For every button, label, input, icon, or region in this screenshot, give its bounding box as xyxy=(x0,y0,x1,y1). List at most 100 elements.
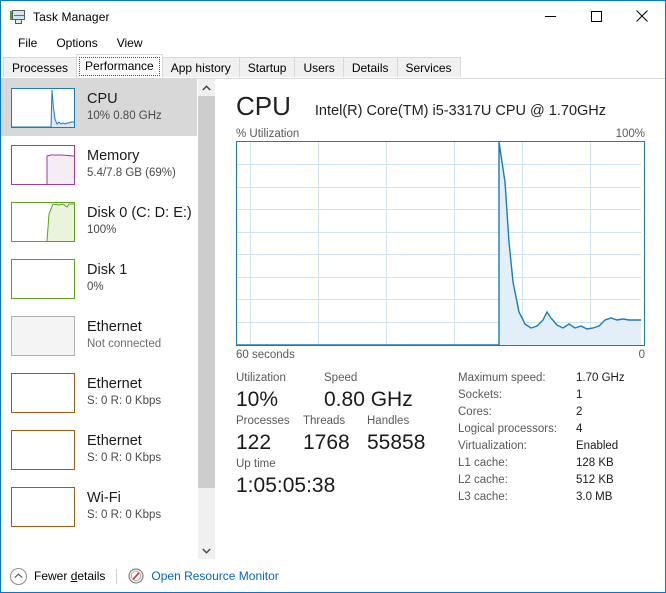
sidebar-item-ethernet-3[interactable]: Ethernet S: 0 R: 0 Kbps xyxy=(1,421,197,478)
sidebar-item-disk0-title: Disk 0 (C: D: E:) xyxy=(87,205,192,221)
graph-axis-labels: % Utilization 100% xyxy=(236,128,645,140)
close-button[interactable] xyxy=(619,1,665,31)
cpu-utilization-graph[interactable] xyxy=(236,141,645,346)
resource-list: CPU 10% 0.80 GHz Memory 5.4/7.8 GB (69%)… xyxy=(1,79,197,559)
sidebar-item-disk0[interactable]: Disk 0 (C: D: E:) 100% xyxy=(1,193,197,250)
task-manager-window: Task Manager File Options View Processes… xyxy=(0,0,666,593)
spec-logical-processors: Logical processors: 4 xyxy=(458,421,645,438)
time-axis-right: 0 xyxy=(638,349,645,361)
sidebar-scrollbar[interactable] xyxy=(197,79,215,559)
stat-handles: Handles 55858 xyxy=(367,413,425,456)
stat-speed-label: Speed xyxy=(324,372,358,384)
stats-row-1: Utilization 10% Speed 0.80 GHz xyxy=(236,370,446,413)
scrollbar-thumb[interactable] xyxy=(198,96,215,489)
sidebar-item-wifi-title: Wi-Fi xyxy=(87,490,121,506)
spec-virtualization-key: Virtualization: xyxy=(458,440,527,452)
scroll-down-icon[interactable] xyxy=(198,542,215,559)
minimize-button[interactable] xyxy=(527,1,573,31)
stat-processes-label: Processes xyxy=(236,415,290,427)
disk0-thumbnail xyxy=(11,201,75,242)
disk1-thumbnail xyxy=(11,258,75,299)
window-title: Task Manager xyxy=(33,9,110,24)
sidebar-item-ethernet-1-sub: Not connected xyxy=(87,338,162,350)
tab-services[interactable]: Services xyxy=(396,57,461,78)
sidebar-item-disk0-sub: 100% xyxy=(87,224,117,236)
resource-monitor-label: Open Resource Monitor xyxy=(151,569,279,583)
y-axis-label: % Utilization xyxy=(236,128,300,140)
stats-area: Utilization 10% Speed 0.80 GHz Processes… xyxy=(236,370,645,506)
cpu-specs: Maximum speed: 1.70 GHz Sockets: 1 Cores… xyxy=(446,370,645,506)
tab-performance-label: Performance xyxy=(85,59,154,73)
sidebar-item-disk1-title: Disk 1 xyxy=(87,262,128,278)
sidebar: CPU 10% 0.80 GHz Memory 5.4/7.8 GB (69%)… xyxy=(1,79,216,559)
y-axis-max: 100% xyxy=(615,128,645,140)
spec-sockets-value: 1 xyxy=(576,389,583,401)
stat-handles-value: 55858 xyxy=(367,431,426,454)
sidebar-item-wifi-sub: S: 0 R: 0 Kbps xyxy=(87,509,162,521)
menu-file[interactable]: File xyxy=(9,34,46,52)
spec-l1-cache: L1 cache: 128 KB xyxy=(458,455,645,472)
open-resource-monitor-link[interactable]: Open Resource Monitor xyxy=(128,568,279,584)
sidebar-item-ethernet-1[interactable]: Ethernet Not connected xyxy=(1,307,197,364)
window-controls xyxy=(527,1,665,31)
spec-logical-processors-value: 4 xyxy=(576,423,583,435)
stat-uptime: Up time 1:05:05:38 xyxy=(236,456,335,499)
ethernet-1-thumbnail xyxy=(11,315,75,356)
sidebar-item-cpu-title: CPU xyxy=(87,91,118,107)
task-manager-icon xyxy=(10,9,26,25)
scrollbar-track[interactable] xyxy=(198,96,215,542)
stat-handles-label: Handles xyxy=(367,415,410,427)
tab-processes[interactable]: Processes xyxy=(3,57,78,78)
chevron-up-icon xyxy=(10,567,27,585)
cpu-model: Intel(R) Core(TM) i5-3317U CPU @ 1.70GHz xyxy=(314,103,607,119)
sidebar-item-ethernet-2-title: Ethernet xyxy=(87,376,142,392)
sidebar-item-memory[interactable]: Memory 5.4/7.8 GB (69%) xyxy=(1,136,197,193)
ethernet-2-thumbnail xyxy=(11,372,75,413)
graph-svg xyxy=(237,142,641,345)
sidebar-item-cpu[interactable]: CPU 10% 0.80 GHz xyxy=(1,79,197,136)
spec-cores: Cores: 2 xyxy=(458,404,645,421)
fewer-details-button[interactable]: Fewer details xyxy=(10,567,106,585)
spec-maximum-speed-value: 1.70 GHz xyxy=(576,372,625,384)
sidebar-item-ethernet-1-title: Ethernet xyxy=(87,319,142,335)
spec-l2-cache: L2 cache: 512 KB xyxy=(458,472,645,489)
status-bar: Fewer details Open Resource Monitor xyxy=(1,559,665,592)
spec-virtualization: Virtualization: Enabled xyxy=(458,438,645,455)
scroll-up-icon[interactable] xyxy=(198,79,215,96)
fewer-details-label: Fewer details xyxy=(34,569,106,583)
time-axis-left: 60 seconds xyxy=(236,349,295,361)
spec-sockets: Sockets: 1 xyxy=(458,387,645,404)
spec-sockets-key: Sockets: xyxy=(458,389,503,401)
sidebar-item-memory-sub: 5.4/7.8 GB (69%) xyxy=(87,167,176,179)
tab-app-history[interactable]: App history xyxy=(161,57,240,78)
maximize-button[interactable] xyxy=(573,1,619,31)
stat-processes: Processes 122 xyxy=(236,413,303,456)
performance-detail-panel: CPU Intel(R) Core(TM) i5-3317U CPU @ 1.7… xyxy=(216,79,665,559)
sidebar-item-cpu-sub: 10% 0.80 GHz xyxy=(87,110,162,122)
sidebar-item-ethernet-2[interactable]: Ethernet S: 0 R: 0 Kbps xyxy=(1,364,197,421)
menu-options[interactable]: Options xyxy=(47,34,106,52)
sidebar-item-ethernet-3-sub: S: 0 R: 0 Kbps xyxy=(87,452,162,464)
tab-startup[interactable]: Startup xyxy=(238,57,296,78)
ethernet-3-thumbnail xyxy=(11,429,75,470)
stat-threads-value: 1768 xyxy=(303,431,350,454)
tab-performance[interactable]: Performance xyxy=(76,54,163,78)
tab-details[interactable]: Details xyxy=(342,57,398,78)
menu-view[interactable]: View xyxy=(108,34,152,52)
stat-threads-label: Threads xyxy=(303,415,346,427)
spec-l1-cache-key: L1 cache: xyxy=(458,457,508,469)
sidebar-item-disk1[interactable]: Disk 1 0% xyxy=(1,250,197,307)
stats-primary: Utilization 10% Speed 0.80 GHz Processes… xyxy=(236,370,446,506)
spec-l3-cache-value: 3.0 MB xyxy=(576,491,613,503)
sidebar-item-memory-title: Memory xyxy=(87,148,140,164)
stat-utilization: Utilization 10% xyxy=(236,370,324,413)
wifi-thumbnail xyxy=(11,486,75,527)
sidebar-item-wifi[interactable]: Wi-Fi S: 0 R: 0 Kbps xyxy=(1,478,197,535)
tab-users[interactable]: Users xyxy=(294,57,344,78)
spec-l2-cache-key: L2 cache: xyxy=(458,474,508,486)
spec-logical-processors-key: Logical processors: xyxy=(458,423,558,435)
sidebar-item-disk1-sub: 0% xyxy=(87,281,104,293)
memory-thumbnail xyxy=(11,144,75,185)
spec-cores-value: 2 xyxy=(576,406,583,418)
resource-monitor-icon xyxy=(128,568,144,584)
